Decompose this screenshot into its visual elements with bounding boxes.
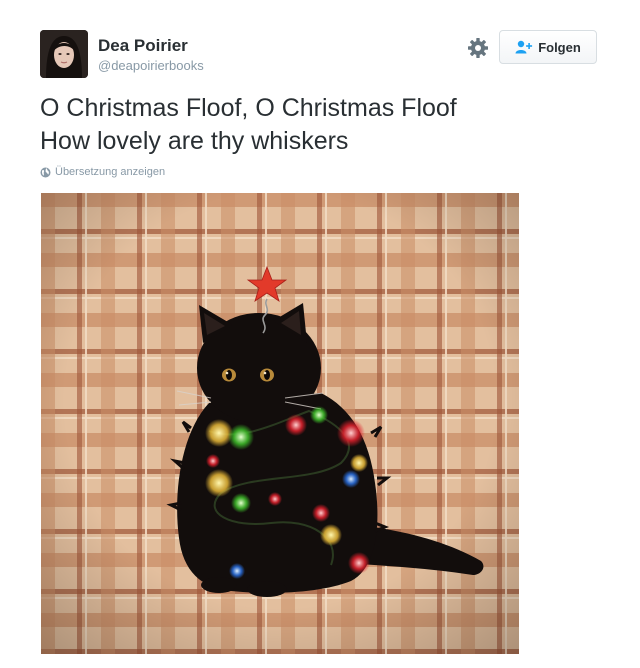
add-user-icon (515, 40, 533, 54)
follow-button[interactable]: Folgen (499, 30, 597, 64)
cat-christmas-lights-photo (41, 193, 519, 654)
follow-button-label: Folgen (538, 39, 581, 55)
tweet-text-line: How lovely are thy whiskers (40, 127, 349, 155)
avatar-image (40, 30, 88, 78)
author-display-name[interactable]: Dea Poirier (98, 36, 188, 56)
translate-link[interactable]: Übersetzung anzeigen (40, 166, 165, 178)
tweet-text: O Christmas Floof, O Christmas Floof How… (40, 92, 600, 158)
globe-icon (40, 167, 51, 177)
gear-icon[interactable] (466, 36, 490, 60)
author-handle[interactable]: @deapoirierbooks (98, 58, 204, 73)
tweet-text-line: O Christmas Floof, O Christmas Floof (40, 94, 457, 122)
translate-label: Übersetzung anzeigen (55, 166, 166, 178)
tweet-media-photo[interactable] (41, 193, 519, 654)
avatar[interactable] (40, 30, 88, 78)
